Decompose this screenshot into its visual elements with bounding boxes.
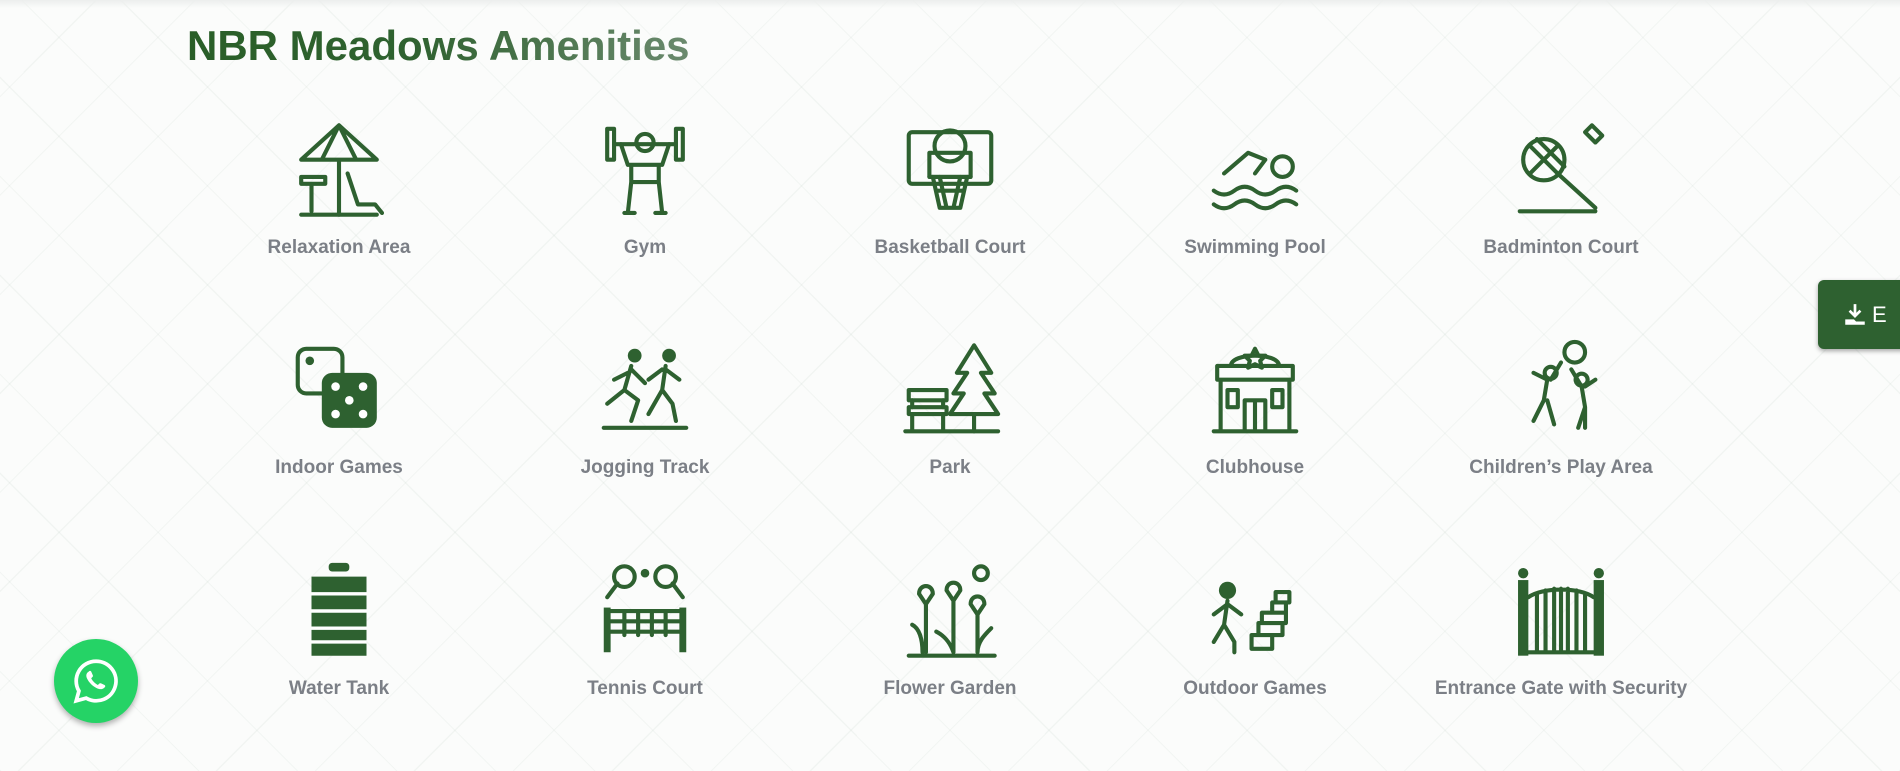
amenity-item: Relaxation Area [189, 115, 489, 259]
amenity-label: Badminton Court [1483, 237, 1639, 258]
amenity-item: Entrance Gate with Security [1411, 556, 1711, 700]
amenity-item: Gym [495, 115, 795, 259]
children-ball-icon [1531, 339, 1598, 430]
amenity-label: Entrance Gate with Security [1434, 678, 1688, 699]
amenity-item: Indoor Games [189, 335, 489, 479]
amenity-item: Basketball Court [800, 115, 1100, 259]
flowers-icon [906, 564, 997, 658]
amenity-label: Outdoor Games [1183, 678, 1327, 699]
basketball-hoop-icon [906, 128, 994, 210]
amenity-item: Water Tank [189, 556, 489, 700]
park-bench-tree-icon [903, 343, 1001, 434]
amenity-item: Clubhouse [1105, 335, 1405, 479]
amenity-label: Water Tank [288, 678, 390, 699]
amenity-label: Park [929, 457, 971, 478]
water-tank-icon [311, 562, 367, 656]
amenity-label: Relaxation Area [267, 237, 411, 258]
gate-icon [1518, 568, 1604, 656]
amenity-label: Indoor Games [275, 457, 403, 478]
amenity-item: Outdoor Games [1105, 556, 1405, 700]
amenity-item: Children’s Play Area [1411, 335, 1711, 479]
download-brochure-button[interactable]: E [1818, 280, 1900, 349]
amenity-item: Tennis Court [495, 556, 795, 700]
download-icon [1845, 303, 1865, 325]
badminton-icon [1517, 123, 1605, 214]
amenity-item: Badminton Court [1411, 115, 1711, 259]
amenity-label: Clubhouse [1205, 457, 1305, 478]
runners-icon [601, 348, 689, 430]
weightlifter-icon [605, 126, 685, 216]
dice-icon [295, 346, 377, 428]
amenity-item: Jogging Track [495, 335, 795, 479]
amenity-label: Swimming Pool [1184, 237, 1326, 258]
page-title: NBR Meadows Amenities [187, 22, 690, 69]
amenity-label: Tennis Court [587, 678, 703, 699]
tennis-net-icon [603, 564, 687, 653]
amenity-label: Basketball Court [874, 237, 1026, 258]
download-button-label: E [1872, 301, 1887, 327]
amenity-item: Swimming Pool [1105, 115, 1405, 259]
amenity-label: Children’s Play Area [1469, 457, 1653, 478]
clubhouse-icon [1211, 346, 1299, 434]
whatsapp-icon [73, 659, 118, 704]
amenity-item: Park [800, 335, 1100, 479]
whatsapp-button[interactable] [54, 639, 138, 723]
beach-umbrella-icon [299, 123, 385, 217]
top-shade [0, 0, 1900, 8]
hopscotch-icon [1211, 581, 1292, 655]
amenity-label: Flower Garden [883, 678, 1017, 699]
amenity-label: Gym [623, 237, 667, 258]
swimmer-icon [1211, 150, 1299, 211]
amenity-label: Jogging Track [580, 457, 710, 478]
amenity-item: Flower Garden [800, 556, 1100, 700]
